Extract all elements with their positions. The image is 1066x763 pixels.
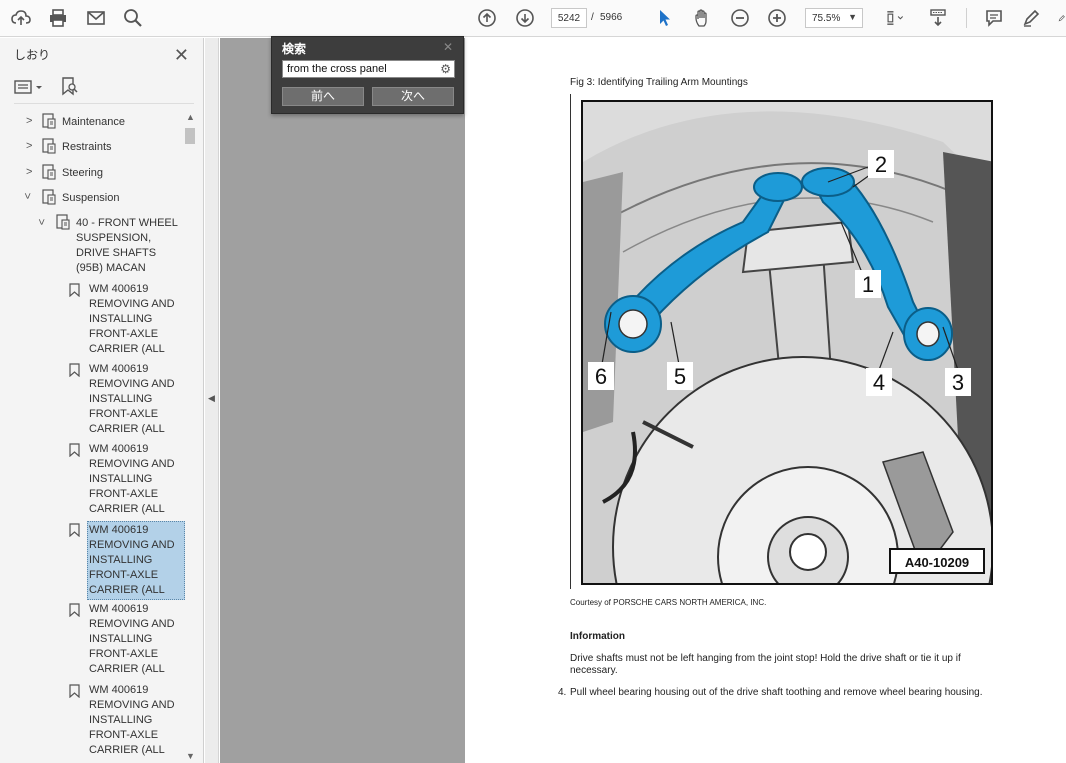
zoom-level-value: 75.5% [812, 12, 841, 24]
figure-margin-rule [570, 94, 571, 589]
zoom-out-icon[interactable] [728, 7, 752, 29]
bookmarks-panel: しおり ✕ > Maintenance > Restraints > Steer… [0, 38, 204, 763]
bookmark-ribbon-icon [69, 603, 80, 622]
figure-code: A40-10209 [905, 555, 969, 570]
bookmarks-toolbar [14, 72, 194, 104]
scrollbar-thumb[interactable] [185, 128, 195, 144]
step-text: Pull wheel bearing housing out of the dr… [570, 687, 983, 698]
bookmark-item-wm-400619[interactable]: WM 400619 REMOVING AND INSTALLING FRONT-… [89, 362, 183, 437]
close-icon[interactable]: ✕ [174, 45, 189, 66]
bookmark-item-wm-400619[interactable]: WM 400619 REMOVING AND INSTALLING FRONT-… [89, 442, 183, 517]
bookmark-item-wm-400619[interactable]: WM 400619 REMOVING AND INSTALLING FRONT-… [89, 602, 183, 677]
bookmark-item-steering[interactable]: Steering [62, 166, 103, 181]
suspension-diagram: 1 2 3 4 5 6 A40-10209 [583, 102, 991, 583]
edit-icon[interactable] [1052, 7, 1066, 29]
hand-tool-icon[interactable] [691, 7, 715, 29]
find-next-button[interactable]: 次へ [372, 87, 454, 106]
scroll-down-icon[interactable]: ▼ [186, 751, 195, 761]
bookmark-item-wm-400619-selected[interactable]: WM 400619 REMOVING AND INSTALLING FRONT-… [87, 521, 185, 600]
bookmark-item-front-wheel-suspension[interactable]: 40 - FRONT WHEEL SUSPENSION, DRIVE SHAFT… [76, 216, 184, 276]
chevron-left-icon: ◀ [208, 393, 215, 403]
info-text: Drive shafts must not be left hanging fr… [570, 653, 961, 676]
suspension-figure: 1 2 3 4 5 6 A40-10209 [581, 100, 993, 585]
upload-icon[interactable] [9, 7, 33, 29]
toolbar: 5242 / 5966 75.5% ▼ [0, 0, 1066, 37]
pdf-viewer-window: 5242 / 5966 75.5% ▼ しおり ✕ > Maintenance … [0, 0, 1066, 763]
bookmark-item-maintenance[interactable]: Maintenance [62, 115, 125, 130]
figure-credit: Courtesy of PORSCHE CARS NORTH AMERICA, … [570, 598, 767, 607]
document-background [220, 38, 465, 763]
bookmark-page-icon [42, 189, 56, 210]
bookmark-ribbon-icon [69, 283, 80, 302]
bookmark-item-wm-400619[interactable]: WM 400619 REMOVING AND INSTALLING FRONT-… [89, 282, 183, 357]
find-bookmark-icon[interactable] [60, 76, 80, 96]
bookmarks-title: しおり [14, 47, 51, 62]
previous-page-icon[interactable] [475, 7, 499, 29]
page-separator: / [591, 12, 594, 23]
page-number-input[interactable]: 5242 [551, 8, 587, 28]
print-icon[interactable] [46, 7, 70, 29]
callout-label: 5 [674, 364, 686, 389]
next-page-icon[interactable] [513, 7, 537, 29]
fit-page-icon[interactable] [880, 7, 910, 29]
close-icon[interactable]: ✕ [443, 40, 453, 54]
find-input[interactable]: from the cross panel [282, 60, 455, 78]
bookmark-item-wm-400619[interactable]: WM 400619 REMOVING AND INSTALLING FRONT-… [89, 683, 183, 763]
info-heading: Information [570, 631, 625, 642]
document-page: Fig 3: Identifying Trailing Arm Mounting… [466, 38, 1066, 763]
toolbar-divider [966, 8, 967, 28]
gear-icon[interactable]: ⚙ [440, 62, 451, 76]
callout-label: 6 [595, 364, 607, 389]
callout-label: 4 [873, 370, 885, 395]
mail-icon[interactable] [84, 7, 108, 29]
zoom-level-select[interactable]: 75.5% ▼ [805, 8, 863, 28]
find-popup: 検索 ✕ from the cross panel ⚙ 前へ 次へ [271, 36, 464, 114]
panel-collapse-handle[interactable]: ◀ [205, 38, 219, 763]
bookmark-page-icon [42, 113, 56, 134]
bookmark-item-suspension[interactable]: Suspension [62, 191, 120, 206]
search-icon[interactable] [121, 7, 145, 29]
scroll-up-icon[interactable]: ▲ [186, 112, 195, 122]
bookmark-ribbon-icon [69, 523, 80, 542]
bookmarks-scrollbar[interactable]: ▲ ▼ [185, 110, 195, 763]
page-total: 5966 [600, 12, 623, 23]
bookmark-ribbon-icon [69, 363, 80, 382]
bookmark-page-icon [42, 164, 56, 185]
step-number: 4. [558, 687, 567, 698]
comment-icon[interactable] [982, 7, 1006, 29]
bookmark-tree: > Maintenance > Restraints > Steering > … [0, 110, 186, 763]
bookmark-options-menu[interactable] [14, 78, 44, 96]
callout-label: 2 [875, 152, 887, 177]
bookmark-ribbon-icon [69, 684, 80, 703]
chevron-down-icon[interactable]: > [21, 193, 33, 199]
find-title: 検索 [282, 42, 307, 56]
callout-label: 3 [952, 370, 964, 395]
bookmark-item-restraints[interactable]: Restraints [62, 140, 112, 155]
chevron-right-icon[interactable]: > [26, 140, 32, 152]
chevron-down-icon: ▼ [848, 12, 857, 22]
zoom-in-icon[interactable] [765, 7, 789, 29]
callout-label: 1 [862, 272, 874, 297]
chevron-right-icon[interactable]: > [26, 166, 32, 178]
bookmark-page-icon [56, 214, 70, 235]
bookmarks-header: しおり [0, 38, 203, 70]
figure-caption: Fig 3: Identifying Trailing Arm Mounting… [570, 77, 748, 88]
find-previous-button[interactable]: 前へ [282, 87, 364, 106]
bookmark-ribbon-icon [69, 443, 80, 462]
scroll-mode-icon[interactable] [926, 7, 950, 29]
bookmark-page-icon [42, 138, 56, 159]
chevron-down-icon[interactable]: > [35, 219, 47, 225]
highlight-pen-icon[interactable] [1019, 7, 1043, 29]
chevron-right-icon[interactable]: > [26, 115, 32, 127]
select-cursor-icon[interactable] [653, 7, 677, 29]
